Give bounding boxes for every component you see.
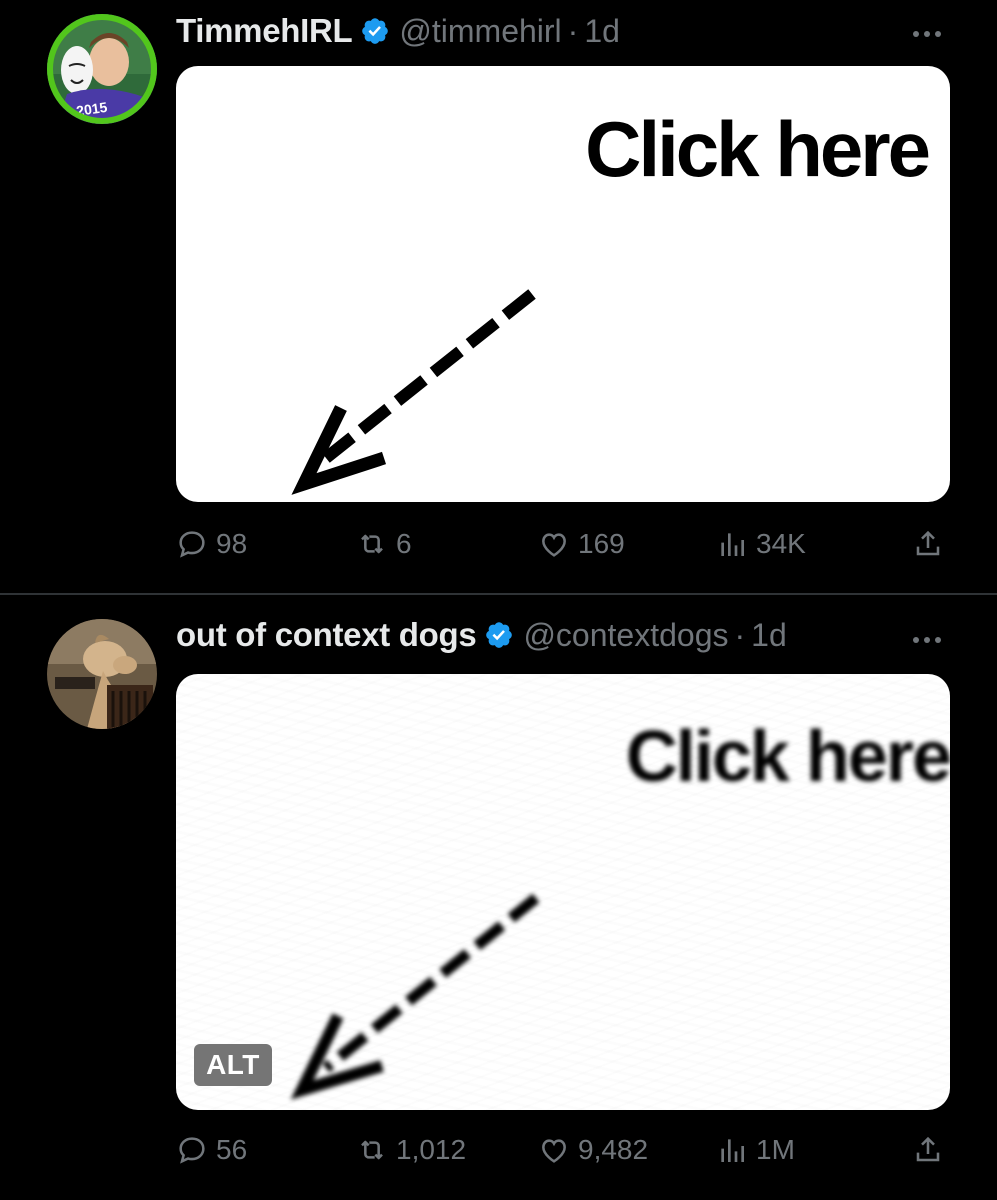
separator: · bbox=[734, 616, 746, 653]
tweet-header: out of context dogs @contextdogs · 1d bbox=[176, 610, 787, 660]
retweet-count: 1,012 bbox=[396, 1134, 467, 1165]
action-bar: 98 6 169 34K bbox=[176, 522, 950, 566]
timestamp[interactable]: 1d bbox=[751, 617, 787, 654]
media-image[interactable]: Click here bbox=[176, 66, 950, 502]
retweet-icon bbox=[361, 534, 383, 554]
tweet[interactable]: out of context dogs @contextdogs · 1d Cl… bbox=[0, 595, 997, 1200]
separator: · bbox=[567, 12, 579, 49]
share-icon bbox=[916, 530, 940, 556]
like-count: 9,482 bbox=[578, 1134, 649, 1165]
share-button[interactable] bbox=[912, 522, 944, 566]
views-icon bbox=[721, 533, 744, 556]
more-icon[interactable] bbox=[913, 24, 947, 44]
views-button[interactable]: 34K bbox=[716, 522, 806, 566]
display-name[interactable]: out of context dogs bbox=[176, 616, 477, 654]
retweet-button[interactable]: 1,012 bbox=[356, 1128, 466, 1172]
verified-badge-icon bbox=[362, 18, 389, 44]
heart-icon bbox=[542, 533, 566, 557]
reply-icon bbox=[179, 1137, 205, 1164]
display-name[interactable]: TimmehIRL bbox=[176, 12, 353, 50]
tweet[interactable]: 2015 TimmehIRL @timmehirl · 1d Click her… bbox=[0, 0, 997, 593]
like-count: 169 bbox=[578, 528, 625, 559]
share-button[interactable] bbox=[912, 1128, 944, 1172]
retweet-icon bbox=[361, 1140, 383, 1160]
like-button[interactable]: 9,482 bbox=[538, 1128, 648, 1172]
avatar[interactable]: 2015 bbox=[47, 14, 157, 124]
view-count: 34K bbox=[756, 528, 806, 559]
dashed-arrow-graphic bbox=[291, 289, 536, 495]
avatar[interactable] bbox=[47, 619, 157, 729]
dashed-arrow-graphic bbox=[290, 893, 540, 1100]
like-button[interactable]: 169 bbox=[538, 522, 625, 566]
handle[interactable]: @contextdogs bbox=[523, 617, 728, 654]
action-bar: 56 1,012 9,482 1M bbox=[176, 1128, 950, 1172]
retweet-button[interactable]: 6 bbox=[356, 522, 412, 566]
views-button[interactable]: 1M bbox=[716, 1128, 795, 1172]
reply-button[interactable]: 56 bbox=[176, 1128, 247, 1172]
timestamp[interactable]: 1d bbox=[584, 13, 620, 50]
reply-count: 98 bbox=[216, 528, 248, 559]
heart-icon bbox=[542, 1139, 566, 1163]
share-icon bbox=[916, 1136, 940, 1162]
avatar-image bbox=[47, 619, 157, 729]
verified-badge-icon bbox=[486, 622, 513, 648]
media-image[interactable]: Click here ALT bbox=[176, 674, 950, 1110]
reply-button[interactable]: 98 bbox=[176, 522, 247, 566]
handle[interactable]: @timmehirl bbox=[399, 13, 561, 50]
more-icon[interactable] bbox=[913, 630, 947, 650]
view-count: 1M bbox=[756, 1134, 795, 1165]
reply-icon bbox=[179, 531, 205, 558]
views-icon bbox=[721, 1139, 744, 1162]
retweet-count: 6 bbox=[396, 528, 412, 559]
alt-text-button[interactable]: ALT bbox=[194, 1044, 272, 1086]
reply-count: 56 bbox=[216, 1134, 248, 1165]
tweet-header: TimmehIRL @timmehirl · 1d bbox=[176, 6, 620, 56]
avatar-image: 2015 bbox=[47, 14, 157, 124]
